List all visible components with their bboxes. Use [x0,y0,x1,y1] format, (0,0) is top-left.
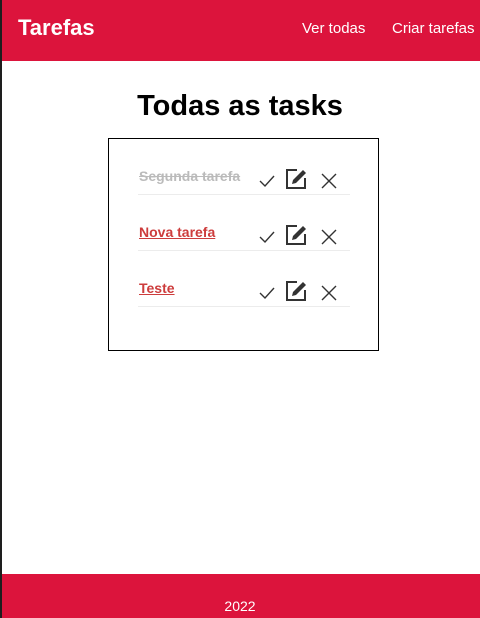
close-icon[interactable] [318,170,340,192]
check-icon[interactable] [256,282,278,304]
nav-view-all-link[interactable]: Ver todas [302,20,365,38]
check-icon[interactable] [256,226,278,248]
footer: 2022 [0,574,480,618]
task-item: Teste [138,278,350,307]
footer-year: 2022 [224,598,256,614]
top-navbar: Tarefas Ver todas Criar tarefas [0,0,480,61]
page: Tarefas Ver todas Criar tarefas Todas as… [0,0,480,618]
task-list: Segunda tarefa Nova tarefa Teste [108,138,379,351]
close-icon[interactable] [318,226,340,248]
edit-icon[interactable] [285,280,307,302]
page-title: Todas as tasks [137,90,343,122]
edit-icon[interactable] [285,224,307,246]
check-icon[interactable] [256,170,278,192]
brand-link[interactable]: Tarefas [18,15,95,41]
edit-icon[interactable] [285,168,307,190]
nav-create-task-link[interactable]: Criar tarefas [392,20,475,38]
task-item: Segunda tarefa [138,166,350,195]
close-icon[interactable] [318,282,340,304]
task-title-link[interactable]: Teste [139,280,175,297]
window-edge [0,0,2,618]
task-item: Nova tarefa [138,222,350,251]
task-title-link[interactable]: Nova tarefa [139,224,215,241]
task-title-link[interactable]: Segunda tarefa [139,168,240,185]
